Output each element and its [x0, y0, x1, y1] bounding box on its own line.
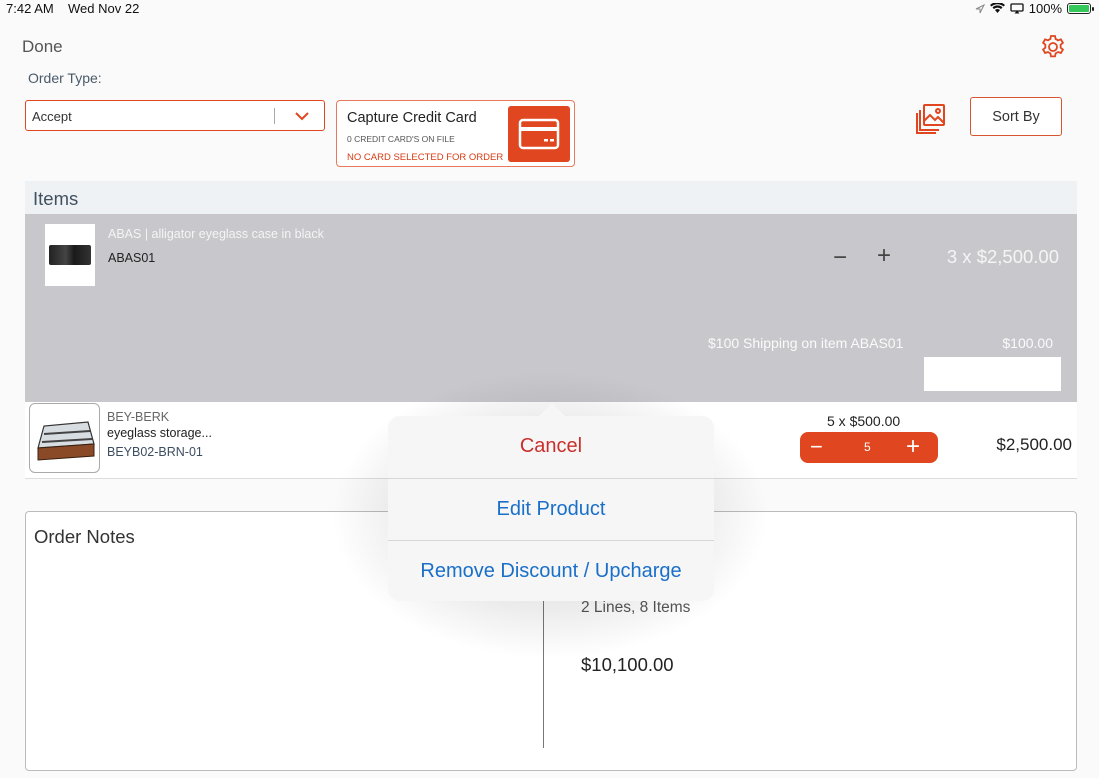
line-item-row[interactable]: ABAS | alligator eyeglass case in black … — [25, 214, 1077, 402]
stepper-plus-button[interactable]: + — [906, 434, 920, 460]
product-sku: BEYB02-BRN-01 — [107, 445, 203, 459]
sort-by-button[interactable]: Sort By — [970, 97, 1062, 136]
product-brand: BEY-BERK — [107, 410, 170, 424]
product-thumbnail — [29, 403, 100, 473]
cancel-action[interactable]: Cancel — [388, 416, 714, 477]
gear-icon[interactable] — [1040, 34, 1066, 60]
capture-card-title: Capture Credit Card — [347, 110, 477, 126]
order-type-value: Accept — [32, 109, 72, 124]
credit-card-icon — [518, 118, 560, 150]
edit-product-action[interactable]: Edit Product — [388, 478, 714, 539]
quantity-price: 3 x $2,500.00 — [946, 246, 1059, 267]
quantity-stepper[interactable]: − 5 + — [800, 432, 938, 463]
shipping-label: $100 Shipping on item ABAS01 — [708, 335, 904, 351]
order-summary-lines: 2 Lines, 8 Items — [581, 599, 691, 616]
status-bar: 7:42 AM Wed Nov 22 100% — [0, 0, 1099, 18]
stepper-minus-button[interactable]: − — [810, 435, 823, 459]
items-section-header: Items — [25, 181, 1077, 214]
product-sku: ABAS01 — [108, 251, 156, 265]
cards-on-file: 0 CREDIT CARD'S ON FILE — [347, 134, 455, 144]
location-icon — [975, 3, 985, 13]
remove-discount-action[interactable]: Remove Discount / Upcharge — [388, 540, 714, 601]
items-title: Items — [33, 188, 79, 209]
status-right: 100% — [975, 1, 1094, 16]
unit-price-line: 5 x $500.00 — [827, 413, 901, 429]
image-gallery-icon[interactable] — [916, 103, 946, 134]
select-separator — [274, 108, 275, 124]
no-card-warning: NO CARD SELECTED FOR ORDER — [347, 152, 504, 163]
order-grand-total: $10,100.00 — [581, 654, 674, 675]
action-popover: Cancel Edit Product Remove Discount / Up… — [388, 416, 714, 601]
screen-mirror-icon — [1010, 3, 1024, 14]
credit-card-icon-box — [508, 106, 570, 162]
battery-percent: 100% — [1028, 1, 1062, 16]
status-time: 7:42 AM — [6, 1, 54, 16]
capture-credit-card-button[interactable]: Capture Credit Card 0 CREDIT CARD'S ON F… — [336, 100, 575, 167]
chevron-down-icon — [295, 112, 309, 121]
product-name: eyeglass storage... — [107, 426, 212, 440]
order-notes-title: Order Notes — [34, 526, 135, 547]
decrease-quantity-button[interactable]: − — [833, 244, 847, 272]
shipping-input[interactable] — [924, 357, 1061, 391]
stepper-value: 5 — [864, 440, 871, 454]
product-thumbnail — [45, 224, 95, 286]
increase-quantity-button[interactable]: + — [877, 242, 891, 270]
shipping-amount: $100.00 — [1002, 335, 1053, 351]
order-type-label: Order Type: — [28, 70, 102, 86]
wifi-icon — [989, 3, 1005, 13]
status-date: Wed Nov 22 — [68, 1, 140, 16]
product-name: ABAS | alligator eyeglass case in black — [108, 227, 324, 241]
popover-arrow — [538, 403, 566, 417]
line-total: $2,500.00 — [996, 435, 1072, 454]
done-button[interactable]: Done — [22, 37, 63, 57]
battery-icon — [1067, 3, 1094, 14]
order-type-select[interactable]: Accept — [25, 100, 325, 131]
